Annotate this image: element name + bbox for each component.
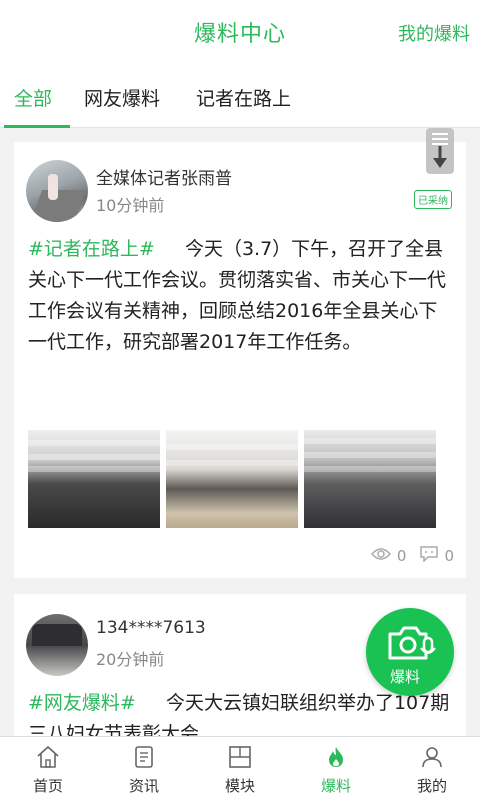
post-stats: 0 0: [357, 546, 454, 566]
adopted-badge: 已采纳: [414, 190, 452, 209]
comment-count: 0: [444, 547, 454, 565]
post-photo[interactable]: [28, 430, 160, 528]
report-fab-button[interactable]: 爆料: [366, 608, 454, 696]
post-text[interactable]: #记者在路上# 今天（3.7）下午，召开了全县关心下一代工作会议。贯彻落实省、市…: [28, 234, 456, 358]
user-icon: [422, 747, 442, 768]
comment-icon[interactable]: [420, 546, 439, 566]
nav-home[interactable]: 首页: [0, 737, 96, 800]
tab-bar: 全部 网友爆料 记者在路上: [0, 64, 480, 128]
camera-icon: [388, 626, 436, 660]
nav-label: 我的: [416, 777, 447, 795]
nav-label: 资讯: [128, 777, 159, 795]
nav-profile[interactable]: 我的: [384, 737, 480, 800]
post-time: 10分钟前: [96, 196, 165, 215]
post-topic-tag[interactable]: #网友爆料#: [28, 692, 136, 714]
nav-label: 爆料: [320, 777, 351, 795]
tab-netizen-reports[interactable]: 网友爆料: [84, 84, 160, 111]
scroll-down-button[interactable]: [426, 128, 454, 174]
post-text[interactable]: #网友爆料# 今天大云镇妇联组织举办了107期三八妇女节表彰大会: [28, 688, 456, 736]
author-name: 全媒体记者张雨普: [96, 169, 232, 189]
nav-reports[interactable]: 爆料: [288, 737, 384, 800]
view-count: 0: [396, 547, 407, 565]
nav-label: 模块: [224, 777, 255, 795]
post-card[interactable]: 全媒体记者张雨普 10分钟前 已采纳 #记者在路上# 今天（3.7）下午，召开了…: [14, 142, 466, 578]
post-topic-tag[interactable]: #记者在路上#: [28, 238, 155, 260]
eye-icon: [370, 547, 391, 565]
tab-reporter-on-road[interactable]: 记者在路上: [196, 84, 291, 111]
post-photo[interactable]: [166, 430, 298, 528]
nav-label: 首页: [32, 777, 63, 795]
avatar[interactable]: [26, 614, 88, 676]
nav-modules[interactable]: 模块: [192, 737, 288, 800]
avatar[interactable]: [26, 160, 88, 222]
home-icon: [37, 746, 59, 768]
news-icon: [135, 746, 153, 768]
fab-label: 爆料: [390, 668, 421, 686]
post-photo[interactable]: [304, 430, 436, 528]
flame-icon: [329, 747, 343, 767]
nav-news[interactable]: 资讯: [96, 737, 192, 800]
modules-icon: [229, 746, 251, 768]
tab-all[interactable]: 全部: [14, 84, 52, 111]
author-name: 134****7613: [96, 618, 206, 638]
arrow-down-icon: [432, 133, 448, 168]
my-reports-link[interactable]: 我的爆料: [398, 20, 470, 46]
post-time: 20分钟前: [96, 650, 165, 669]
bottom-nav: 首页 资讯 模块 爆料 我的: [0, 736, 480, 800]
top-bar: 爆料中心 我的爆料: [0, 0, 480, 64]
